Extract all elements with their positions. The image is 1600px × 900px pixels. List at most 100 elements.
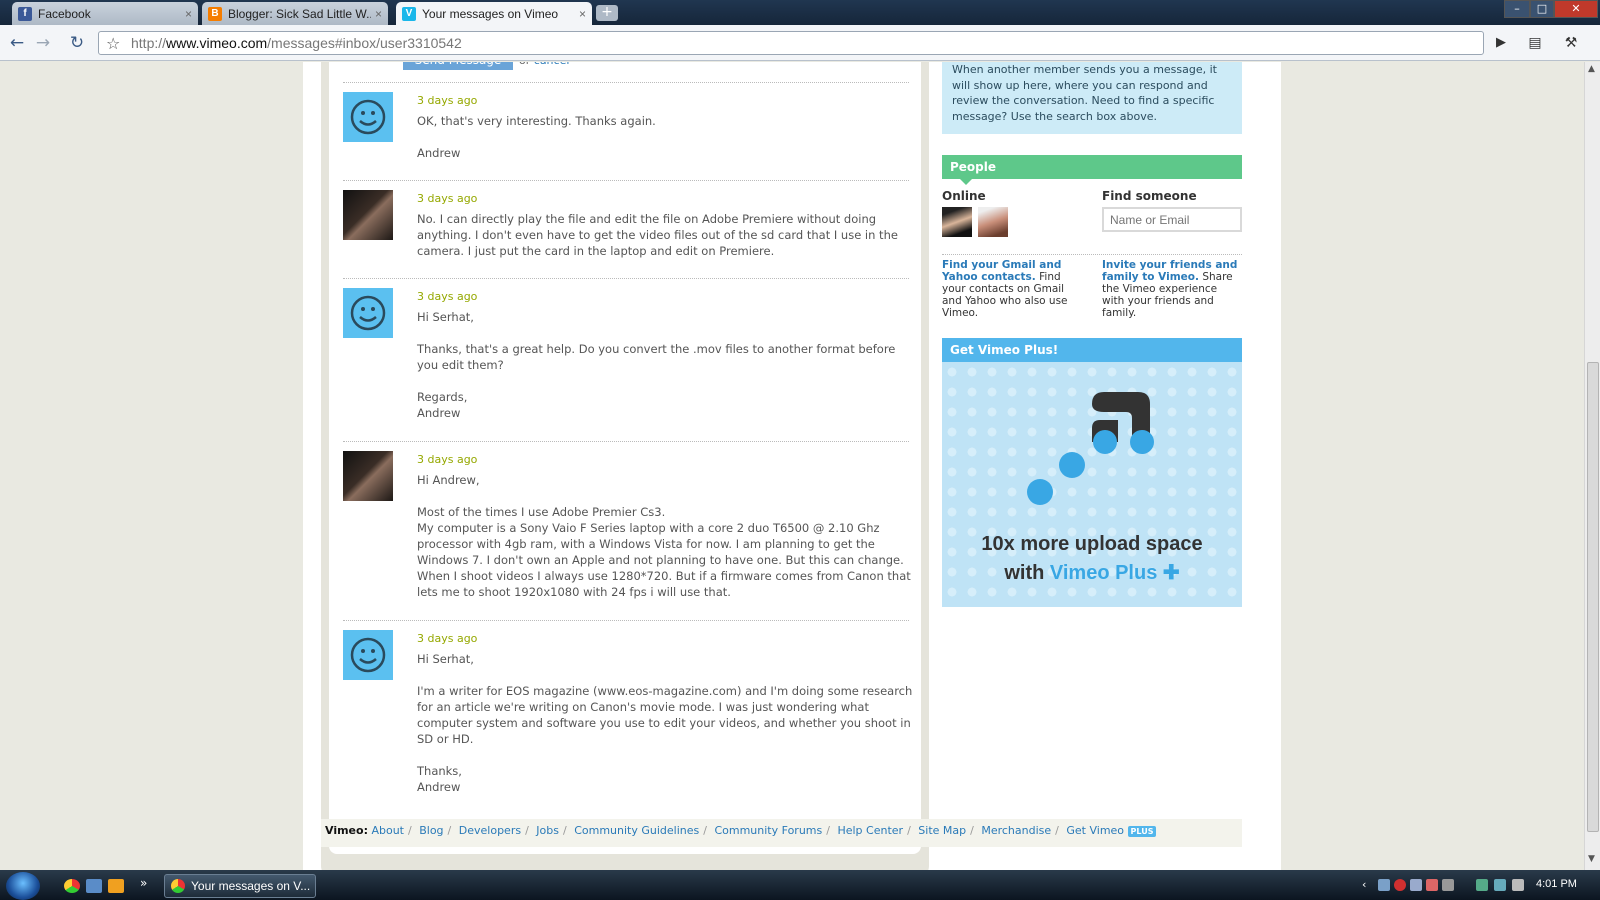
- footer-link-community-guidelines[interactable]: Community Guidelines: [574, 824, 699, 837]
- reload-icon[interactable]: ↻: [66, 33, 88, 53]
- maximize-icon[interactable]: □: [1530, 0, 1554, 18]
- forward-icon[interactable]: →: [32, 33, 54, 53]
- windows-taskbar: » Your messages on V... ‹ 4:01 PM: [0, 870, 1600, 900]
- divider: [942, 254, 1242, 255]
- wrench-icon[interactable]: ⚒: [1560, 33, 1582, 53]
- tray-connection-icon[interactable]: [1494, 879, 1506, 891]
- plus-badge[interactable]: PLUS: [1127, 825, 1157, 837]
- play-icon[interactable]: ▶: [1490, 33, 1512, 53]
- start-button[interactable]: [6, 872, 40, 900]
- online-user-avatar[interactable]: [978, 207, 1008, 237]
- show-desktop-icon[interactable]: [86, 879, 102, 893]
- scroll-up-arrow-icon[interactable]: ▲: [1588, 64, 1595, 74]
- address-bar[interactable]: http://www.vimeo.com/messages#inbox/user…: [98, 31, 1484, 55]
- facebook-icon: f: [18, 6, 32, 21]
- messages-column: Send Message or cancel 3 days ago OK, th…: [321, 62, 929, 870]
- footer-link-blog[interactable]: Blog: [419, 824, 443, 837]
- footer-link-about[interactable]: About: [371, 824, 404, 837]
- find-contacts-block: Find your Gmail and Yahoo contacts. Find…: [942, 259, 1082, 319]
- scrollbar-thumb[interactable]: [1587, 362, 1599, 832]
- new-tab-button[interactable]: +: [596, 5, 618, 21]
- avatar[interactable]: [343, 288, 393, 338]
- find-someone-label: Find someone: [1102, 189, 1197, 203]
- vimeo-plus-promo[interactable]: 10x more upload space with Vimeo Plus ✚: [942, 362, 1242, 607]
- tray-network-icon[interactable]: [1378, 879, 1390, 891]
- promo-text: 10x more upload space with Vimeo Plus ✚: [942, 530, 1242, 588]
- tray-display-icon[interactable]: [1476, 879, 1488, 891]
- tab-vimeo-messages[interactable]: V Your messages on Vimeo ×: [396, 2, 592, 25]
- system-clock[interactable]: 4:01 PM: [1536, 878, 1577, 890]
- tray-users-icon[interactable]: [1410, 879, 1422, 891]
- back-icon[interactable]: ←: [6, 33, 28, 53]
- smiley-icon: [350, 295, 386, 331]
- message-body: Hi Serhat, I'm a writer for EOS magazine…: [417, 652, 913, 794]
- or-text: or: [519, 62, 530, 67]
- message-timestamp: 3 days ago: [417, 632, 478, 645]
- message-body: Hi Serhat, Thanks, that's a great help. …: [417, 310, 896, 420]
- tab-blogger[interactable]: B Blogger: Sick Sad Little W... ×: [202, 2, 388, 25]
- url-host: www.vimeo.com: [166, 35, 268, 51]
- page-viewport: Send Message or cancel 3 days ago OK, th…: [0, 62, 1584, 870]
- close-icon[interactable]: ×: [579, 7, 586, 21]
- avatar[interactable]: [343, 92, 393, 142]
- tab-facebook[interactable]: f Facebook ×: [12, 2, 198, 25]
- taskbar-chrome-window[interactable]: Your messages on V...: [164, 874, 316, 898]
- message-body: OK, that's very interesting. Thanks agai…: [417, 114, 656, 160]
- close-icon[interactable]: ×: [375, 7, 382, 21]
- chrome-quicklaunch-icon[interactable]: [64, 879, 80, 893]
- site-footer: Vimeo: About / Blog / Developers / Jobs / Co…: [321, 819, 1242, 847]
- avatar[interactable]: [343, 630, 393, 680]
- upload-space-graphic: [1027, 392, 1154, 505]
- message-timestamp: 3 days ago: [417, 453, 478, 466]
- tab-label: Blogger: Sick Sad Little W...: [228, 6, 371, 21]
- tab-label: Your messages on Vimeo: [422, 6, 559, 21]
- message-item: 3 days ago Hi Serhat, I'm a writer for E…: [343, 620, 912, 800]
- tray-device-icon[interactable]: [1442, 879, 1454, 891]
- tray-volume-icon[interactable]: [1512, 879, 1524, 891]
- inbox-info-text: When another member sends you a message,…: [952, 63, 1217, 123]
- message-item: 3 days ago OK, that's very interesting. …: [343, 82, 909, 180]
- scroll-down-arrow-icon[interactable]: ▼: [1588, 854, 1595, 864]
- find-someone-input[interactable]: [1102, 207, 1242, 232]
- cancel-link[interactable]: cancel: [534, 62, 570, 67]
- avatar[interactable]: [343, 451, 393, 501]
- message-item: 3 days ago No. I can directly play the f…: [343, 180, 909, 278]
- footer-link-merchandise[interactable]: Merchandise: [981, 824, 1051, 837]
- online-user-avatar[interactable]: [942, 207, 972, 237]
- url-prefix: http://: [131, 35, 167, 51]
- browser-toolbar: ← → ↻ http://www.vimeo.com/messages#inbo…: [0, 25, 1600, 61]
- message-item: 3 days ago Hi Serhat, Thanks, that's a g…: [343, 278, 909, 438]
- message-timestamp: 3 days ago: [417, 94, 478, 107]
- more-chevron-icon[interactable]: »: [140, 876, 147, 890]
- footer-link-site-map[interactable]: Site Map: [918, 824, 966, 837]
- footer-label: Vimeo:: [325, 824, 368, 837]
- cancel-area: or cancel: [519, 62, 569, 67]
- url-path: /messages#inbox/user3310542: [267, 35, 462, 51]
- tray-security-icon[interactable]: [1394, 879, 1406, 891]
- tray-show-hidden-icon[interactable]: ‹: [1362, 879, 1374, 891]
- send-message-button[interactable]: Send Message: [403, 62, 513, 70]
- vimeo-icon: V: [402, 6, 416, 21]
- close-window-icon[interactable]: ✕: [1554, 0, 1598, 18]
- page-scrollbar[interactable]: ▲ ▼: [1584, 62, 1600, 870]
- minimize-icon[interactable]: –: [1504, 0, 1530, 18]
- plus-icon: ✚: [1162, 562, 1180, 584]
- media-player-icon[interactable]: [108, 879, 124, 893]
- chrome-icon: [171, 879, 185, 893]
- footer-link-get-vimeo[interactable]: Get Vimeo: [1066, 824, 1124, 837]
- page-menu-icon[interactable]: ▤: [1524, 33, 1546, 53]
- message-body: No. I can directly play the file and edi…: [417, 212, 902, 258]
- footer-link-developers[interactable]: Developers: [459, 824, 521, 837]
- footer-link-help-center[interactable]: Help Center: [837, 824, 903, 837]
- promo-brand: Vimeo Plus: [1049, 562, 1158, 584]
- message-item: 3 days ago Hi Andrew, Most of the times …: [343, 441, 911, 617]
- get-vimeo-plus-header[interactable]: Get Vimeo Plus!: [942, 338, 1242, 368]
- avatar[interactable]: [343, 190, 393, 240]
- close-icon[interactable]: ×: [185, 7, 192, 21]
- invite-friends-block: Invite your friends and family to Vimeo.…: [1102, 259, 1242, 319]
- footer-link-community-forums[interactable]: Community Forums: [714, 824, 822, 837]
- smiley-icon: [350, 99, 386, 135]
- bookmark-star-icon[interactable]: ☆: [106, 34, 120, 53]
- footer-link-jobs[interactable]: Jobs: [536, 824, 559, 837]
- tray-update-icon[interactable]: [1426, 879, 1438, 891]
